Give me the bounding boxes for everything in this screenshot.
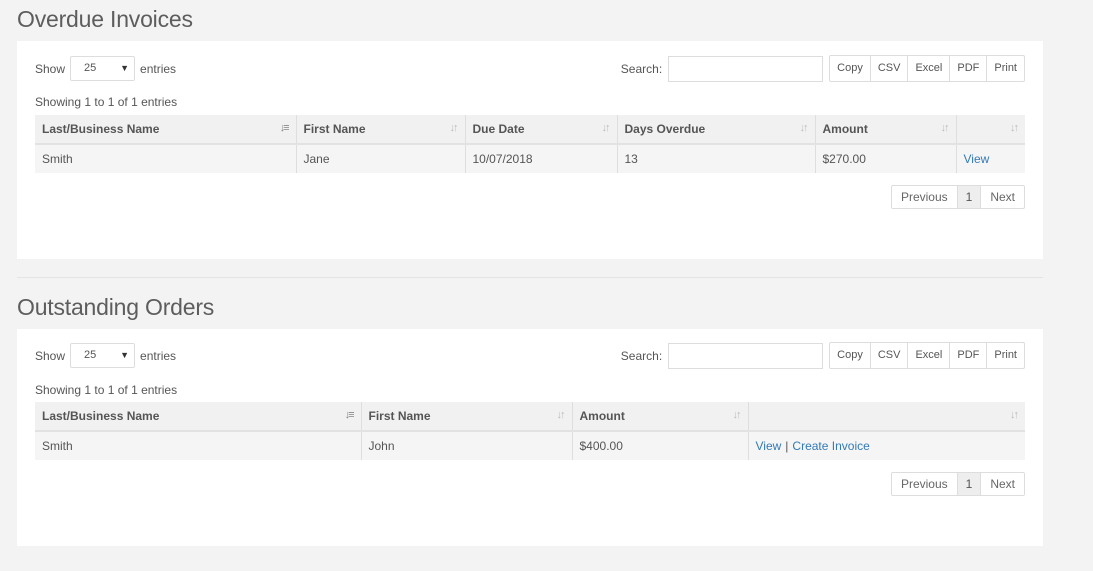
cell-actions: View | Create Invoice — [747, 431, 1025, 460]
overdue-invoices-panel: Show 25 ▼ entries Search: Copy CSV Excel… — [17, 41, 1043, 259]
cell-first-name: John — [360, 431, 572, 460]
previous-page-button[interactable]: Previous — [890, 185, 958, 209]
cell-amount: $400.00 — [571, 431, 748, 460]
column-header-due-date[interactable]: Due Date ↓↑ — [464, 115, 617, 145]
excel-button[interactable]: Excel — [907, 342, 951, 369]
sort-icon: ↓↑ — [1010, 122, 1019, 134]
cell-actions: View — [955, 144, 1025, 173]
column-label: Last/Business Name — [42, 409, 160, 423]
export-buttons: Copy CSV Excel PDF Print — [829, 55, 1025, 82]
column-label: First Name — [368, 409, 431, 423]
copy-button[interactable]: Copy — [829, 342, 871, 369]
table-info: Showing 1 to 1 of 1 entries — [35, 383, 178, 397]
csv-button[interactable]: CSV — [869, 55, 909, 82]
column-header-last-name[interactable]: Last/Business Name ↓≡ — [35, 402, 361, 432]
create-invoice-link[interactable]: Create Invoice — [792, 439, 869, 453]
search-input[interactable] — [668, 55, 824, 82]
search-label: Search: — [620, 348, 663, 363]
column-header-amount[interactable]: Amount ↓↑ — [571, 402, 748, 432]
page-size-control: Show 25 ▼ entries — [35, 343, 176, 368]
entries-label: entries — [140, 61, 177, 76]
csv-button[interactable]: CSV — [869, 342, 909, 369]
page-size-value: 25 — [84, 62, 97, 74]
sort-icon: ↓↑ — [799, 122, 809, 134]
column-header-actions[interactable]: ↓↑ — [955, 115, 1025, 145]
column-header-first-name[interactable]: First Name ↓↑ — [295, 115, 465, 145]
column-label: Due Date — [472, 122, 525, 136]
search-and-export: Search: Copy CSV Excel PDF Print — [621, 55, 1025, 82]
sort-icon: ↓↑ — [940, 122, 950, 134]
table-row: Smith John $400.00 View | Create Invoice — [35, 431, 1025, 460]
sort-alpha-asc-icon: ↓≡ — [344, 409, 355, 421]
table-info: Showing 1 to 1 of 1 entries — [35, 95, 178, 109]
column-label: First Name — [303, 122, 366, 136]
cell-last-name: Smith — [35, 144, 296, 173]
outstanding-orders-table: Last/Business Name ↓≡ First Name ↓↑ Amount… — [35, 402, 1025, 460]
column-label: Days Overdue — [624, 122, 706, 136]
table-header-row: Last/Business Name ↓≡ First Name ↓↑ Amount… — [35, 402, 1025, 432]
sort-icon: ↓↑ — [601, 122, 611, 134]
print-button[interactable]: Print — [986, 55, 1025, 82]
cell-amount: $270.00 — [814, 144, 956, 173]
cell-first-name: Jane — [295, 144, 465, 173]
excel-button[interactable]: Excel — [907, 55, 951, 82]
column-label: Amount — [579, 409, 625, 423]
next-page-button[interactable]: Next — [980, 185, 1025, 209]
column-header-actions[interactable]: ↓↑ — [747, 402, 1025, 432]
section-divider — [17, 277, 1043, 278]
sort-icon: ↓↑ — [449, 122, 459, 134]
pagination: Previous 1 Next — [890, 472, 1025, 496]
sort-icon: ↓↑ — [732, 409, 742, 421]
page-size-select[interactable]: 25 ▼ — [70, 56, 136, 81]
search-label: Search: — [620, 61, 663, 76]
column-header-first-name[interactable]: First Name ↓↑ — [360, 402, 572, 432]
page-1-button[interactable]: 1 — [956, 472, 982, 496]
page-size-select[interactable]: 25 ▼ — [70, 343, 136, 368]
view-link[interactable]: View — [756, 439, 782, 453]
search-and-export: Search: Copy CSV Excel PDF Print — [621, 342, 1025, 369]
table-header-row: Last/Business Name ↓≡ First Name ↓↑ Due Da… — [35, 115, 1025, 145]
table-row: Smith Jane 10/07/2018 13 $270.00 View — [35, 144, 1025, 173]
overdue-invoices-title: Overdue Invoices — [17, 6, 193, 32]
outstanding-orders-panel: Show 25 ▼ entries Search: Copy CSV Excel… — [17, 329, 1043, 546]
previous-page-button[interactable]: Previous — [890, 472, 958, 496]
page-size-value: 25 — [84, 349, 97, 361]
sort-icon: ↓↑ — [1010, 409, 1019, 421]
column-label: Amount — [822, 122, 868, 136]
outstanding-orders-title: Outstanding Orders — [17, 294, 215, 320]
pdf-button[interactable]: PDF — [949, 55, 988, 82]
cell-last-name: Smith — [35, 431, 361, 460]
caret-down-icon: ▼ — [120, 63, 130, 73]
page-1-button[interactable]: 1 — [956, 185, 982, 209]
search-input[interactable] — [668, 342, 824, 369]
link-separator: | — [785, 439, 789, 453]
caret-down-icon: ▼ — [120, 350, 130, 360]
column-label: Last/Business Name — [42, 122, 160, 136]
overdue-invoices-table: Last/Business Name ↓≡ First Name ↓↑ Due Da… — [35, 115, 1025, 173]
sort-icon: ↓↑ — [556, 409, 566, 421]
pagination: Previous 1 Next — [890, 185, 1025, 209]
cell-days-overdue: 13 — [616, 144, 815, 173]
entries-label: entries — [140, 348, 177, 363]
view-link[interactable]: View — [964, 152, 990, 166]
column-header-days-overdue[interactable]: Days Overdue ↓↑ — [616, 115, 815, 145]
column-header-amount[interactable]: Amount ↓↑ — [814, 115, 956, 145]
copy-button[interactable]: Copy — [829, 55, 871, 82]
sort-alpha-asc-icon: ↓≡ — [279, 122, 290, 134]
next-page-button[interactable]: Next — [980, 472, 1025, 496]
cell-due-date: 10/07/2018 — [464, 144, 617, 173]
column-header-last-name[interactable]: Last/Business Name ↓≡ — [35, 115, 296, 145]
pdf-button[interactable]: PDF — [949, 342, 988, 369]
print-button[interactable]: Print — [986, 342, 1025, 369]
show-label: Show — [35, 348, 66, 363]
page-size-control: Show 25 ▼ entries — [35, 56, 176, 81]
show-label: Show — [35, 61, 66, 76]
export-buttons: Copy CSV Excel PDF Print — [829, 342, 1025, 369]
